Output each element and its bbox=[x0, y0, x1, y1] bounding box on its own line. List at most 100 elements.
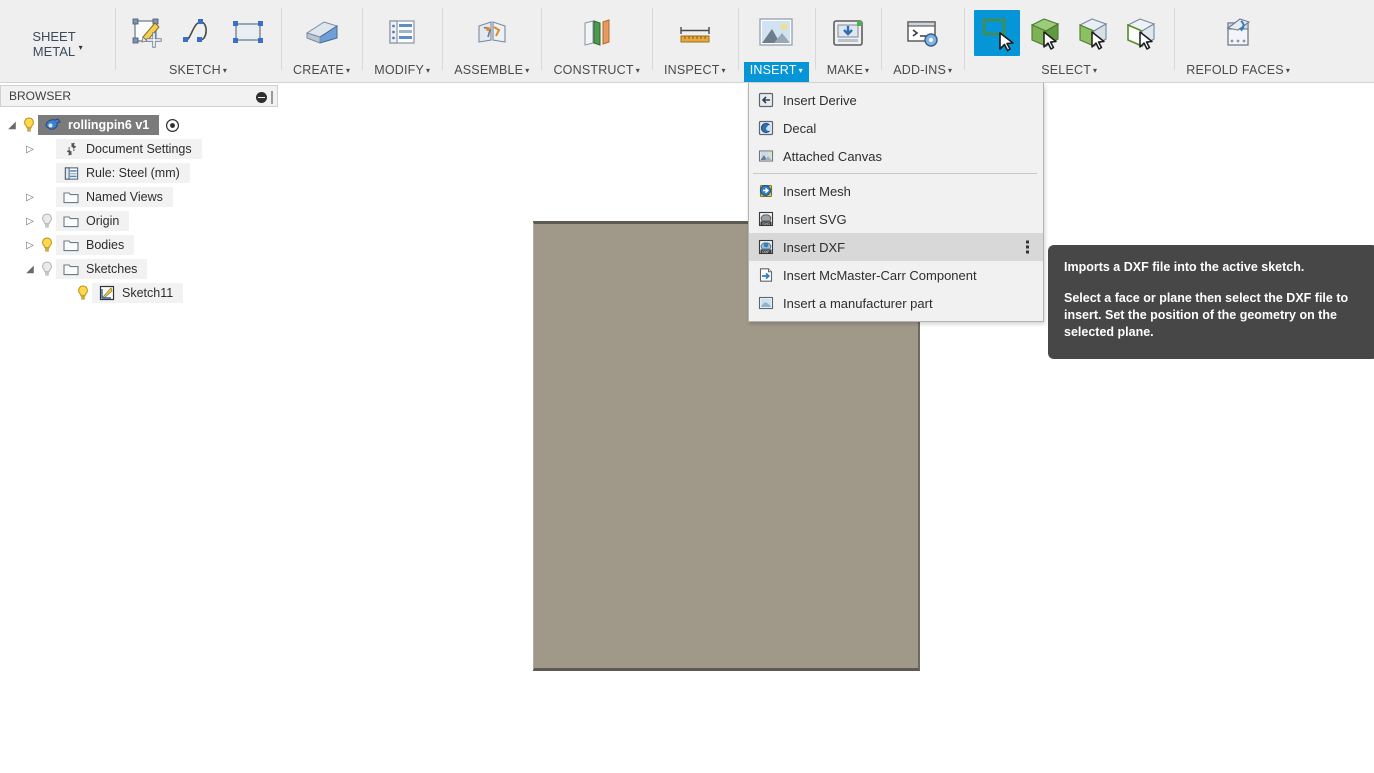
gear-icon bbox=[66, 142, 76, 155]
ribbon-label-create[interactable]: CREATE ▾ bbox=[287, 62, 356, 82]
ribbon-label-assemble[interactable]: ASSEMBLE ▾ bbox=[448, 62, 535, 82]
tree-item-content[interactable]: Sketches bbox=[56, 259, 148, 279]
menu-item-label: Decal bbox=[783, 120, 817, 136]
tree-item-content[interactable]: rollingpin6 v1 bbox=[38, 115, 160, 135]
ribbon-group-create: CREATE ▾ bbox=[281, 4, 362, 83]
ribbon-label-inspect[interactable]: INSPECT ▾ bbox=[658, 62, 732, 82]
chevron-down-icon: ▾ bbox=[798, 66, 803, 75]
expanded-arrow-icon[interactable]: ◢ bbox=[22, 264, 38, 275]
menu-item-insert-svg[interactable]: SVG Insert SVG bbox=[749, 205, 1043, 233]
expanded-arrow-icon[interactable]: ◢ bbox=[4, 120, 20, 131]
joint-button[interactable] bbox=[469, 10, 515, 56]
browser-tree: ◢ rollingpin6 v1 ▷ Document Settings Rule: … bbox=[0, 107, 278, 305]
browser-panel: BROWSER ◢ rollingpin6 v1 ▷ Document Setting… bbox=[0, 85, 278, 305]
tree-item-sketch11[interactable]: Sketch11 bbox=[0, 281, 278, 305]
select-body-button[interactable] bbox=[1022, 10, 1068, 56]
tooltip-title: Imports a DXF file into the active sketc… bbox=[1064, 260, 1305, 274]
tree-item-origin[interactable]: ▷ Origin bbox=[0, 209, 278, 233]
tree-item-document-settings[interactable]: ▷ Document Settings bbox=[0, 137, 278, 161]
menu-item-insert-mesh[interactable]: Insert Mesh bbox=[749, 177, 1043, 205]
collapsed-arrow-icon[interactable]: ▷ bbox=[22, 192, 38, 203]
ribbon-label-make[interactable]: MAKE ▾ bbox=[821, 62, 875, 82]
collapsed-arrow-icon[interactable]: ▷ bbox=[22, 216, 38, 227]
decal-icon bbox=[758, 120, 774, 136]
visibility-toggle[interactable] bbox=[38, 213, 56, 229]
ribbon-label-insert[interactable]: INSERT ▾ bbox=[743, 62, 809, 82]
window-select-button[interactable] bbox=[974, 10, 1021, 56]
menu-item-insert-dxf[interactable]: DXF Insert DXF bbox=[749, 233, 1043, 261]
select-face-button[interactable] bbox=[1070, 10, 1116, 56]
spline-button[interactable] bbox=[175, 10, 221, 56]
lightbulb-icon[interactable] bbox=[40, 237, 54, 253]
tree-item-bodies[interactable]: ▷ Bodies bbox=[0, 233, 278, 257]
modify-list-button[interactable] bbox=[379, 10, 425, 56]
select-sketch-button[interactable] bbox=[1118, 10, 1164, 56]
tree-item-content[interactable]: Rule: Steel (mm) bbox=[56, 163, 190, 183]
visibility-toggle[interactable] bbox=[38, 237, 56, 253]
menu-item-insert-mcmaster-carr[interactable]: Insert McMaster-Carr Component bbox=[749, 261, 1043, 289]
tooltip-insert-dxf: Imports a DXF file into the active sketc… bbox=[1048, 245, 1374, 359]
tree-item-named-views[interactable]: ▷ Named Views bbox=[0, 185, 278, 209]
collapsed-arrow-icon[interactable]: ▷ bbox=[22, 240, 38, 251]
tree-item-content[interactable]: Origin bbox=[56, 211, 130, 231]
menu-item-decal[interactable]: Decal bbox=[749, 114, 1043, 142]
flange-button[interactable] bbox=[299, 10, 345, 56]
create-sketch-button[interactable] bbox=[125, 10, 171, 56]
menu-item-insert-derive[interactable]: Insert Derive bbox=[749, 86, 1043, 114]
menu-item-insert-manufacturer-part[interactable]: Insert a manufacturer part bbox=[749, 289, 1043, 317]
insert-dropdown-menu: Insert Derive Decal Attached Canvas Insert … bbox=[748, 83, 1044, 322]
decal-icon bbox=[755, 120, 777, 136]
tree-item-sketches[interactable]: ◢ Sketches bbox=[0, 257, 278, 281]
select-sketch-icon bbox=[1126, 18, 1156, 50]
construct-plane-button[interactable] bbox=[574, 10, 620, 56]
make-3d-print-button[interactable] bbox=[825, 10, 871, 56]
visibility-toggle[interactable] bbox=[38, 261, 56, 277]
menu-item-attached-canvas[interactable]: Attached Canvas bbox=[749, 142, 1043, 170]
tree-item-rule[interactable]: Rule: Steel (mm) bbox=[0, 161, 278, 185]
activate-component-icon[interactable] bbox=[165, 118, 180, 133]
insert-image-button[interactable] bbox=[753, 10, 799, 56]
tree-item-root[interactable]: ◢ rollingpin6 v1 bbox=[0, 113, 278, 137]
activate-component-icon[interactable] bbox=[165, 118, 180, 133]
construct-plane-icon bbox=[584, 19, 610, 46]
ribbon-label-sketch[interactable]: SKETCH ▾ bbox=[121, 62, 275, 82]
refold-faces-icon bbox=[1226, 18, 1251, 46]
tree-item-content[interactable]: Named Views bbox=[56, 187, 173, 207]
ribbon-label-addins[interactable]: ADD-INS ▾ bbox=[887, 62, 958, 82]
visibility-toggle[interactable] bbox=[20, 117, 38, 133]
ribbon-label-modify[interactable]: MODIFY ▾ bbox=[368, 62, 436, 82]
ribbon-label-select[interactable]: SELECT ▾ bbox=[970, 62, 1168, 82]
lightbulb-icon[interactable] bbox=[22, 117, 36, 133]
workspace-tab-sheet-metal[interactable]: SHEET METAL ▾ bbox=[6, 4, 109, 83]
collapsed-arrow-icon bbox=[58, 288, 74, 299]
tree-item-content[interactable]: Bodies bbox=[56, 235, 135, 255]
lightbulb-icon[interactable] bbox=[40, 213, 54, 229]
rule-list-icon bbox=[64, 166, 78, 180]
ribbon-label-construct[interactable]: CONSTRUCT ▾ bbox=[547, 62, 646, 82]
lightbulb-icon[interactable] bbox=[40, 261, 54, 277]
addins-script-button[interactable] bbox=[900, 10, 946, 56]
ribbon-group-sketch: SKETCH ▾ bbox=[115, 4, 281, 83]
create-sketch-icon bbox=[132, 18, 162, 48]
flange-icon bbox=[305, 21, 338, 44]
lightbulb-icon[interactable] bbox=[76, 285, 90, 301]
overflow-menu-icon[interactable] bbox=[1026, 240, 1029, 254]
measure-button[interactable] bbox=[672, 10, 718, 56]
collapsed-arrow-icon[interactable]: ▷ bbox=[22, 144, 38, 155]
ribbon-label-refold[interactable]: REFOLD FACES ▾ bbox=[1180, 62, 1296, 82]
tree-item-content[interactable]: Sketch11 bbox=[92, 283, 184, 303]
ribbon-group-modify: MODIFY ▾ bbox=[362, 4, 442, 83]
modify-list-icon bbox=[389, 20, 415, 44]
chevron-down-icon: ▾ bbox=[948, 66, 953, 75]
visibility-toggle[interactable] bbox=[74, 285, 92, 301]
chevron-down-icon[interactable]: ▾ bbox=[79, 40, 83, 55]
insert-derive-icon bbox=[758, 92, 774, 108]
menu-item-label: Attached Canvas bbox=[783, 148, 883, 164]
panel-grip-icon[interactable] bbox=[271, 90, 273, 104]
tree-item-content[interactable]: Document Settings bbox=[56, 139, 202, 159]
component-icon bbox=[45, 118, 61, 130]
insert-derive-icon bbox=[755, 92, 777, 108]
rectangle-button[interactable] bbox=[225, 10, 271, 56]
circle-minus-icon[interactable] bbox=[256, 91, 267, 103]
refold-faces-button[interactable] bbox=[1215, 10, 1261, 56]
